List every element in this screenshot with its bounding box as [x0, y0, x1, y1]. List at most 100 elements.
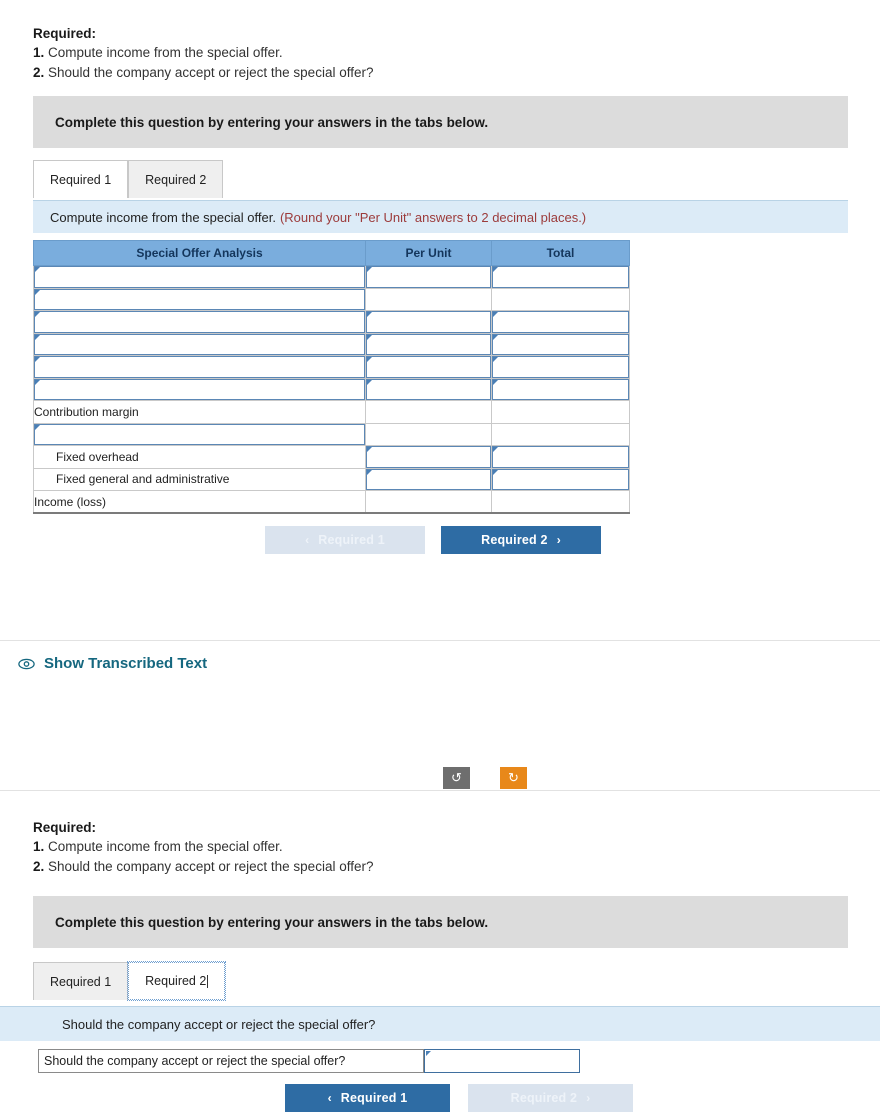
top-prev-button-label: Required 1 — [318, 533, 385, 547]
input-box — [366, 311, 491, 333]
per-unit-input-cell[interactable] — [365, 377, 492, 401]
row-label-input[interactable] — [33, 310, 366, 334]
column-header-per-unit: Per Unit — [365, 240, 492, 266]
bottom-required-item-2-text: Should the company accept or reject the … — [48, 859, 374, 874]
bottom-tab-strip: Required 1 Required 2 — [33, 961, 227, 1001]
bottom-tab-required-2[interactable]: Required 2 — [127, 961, 227, 1001]
per-unit-cell — [365, 490, 492, 514]
dropdown-marker-icon — [367, 469, 372, 475]
input-box — [366, 266, 491, 288]
input-box — [34, 288, 365, 310]
dropdown-marker-icon — [35, 267, 40, 272]
required-item-1: 1. Compute income from the special offer… — [33, 43, 373, 63]
dropdown-marker-icon — [35, 289, 40, 295]
row-label: Fixed overhead — [33, 445, 366, 469]
dropdown-marker-icon — [35, 357, 40, 362]
total-cell — [491, 490, 630, 514]
input-box — [366, 446, 491, 468]
required-item-1-number: 1. — [33, 45, 45, 60]
input-box — [366, 333, 491, 355]
bottom-tab-required-2-label: Required 2 — [145, 974, 207, 988]
total-input-cell[interactable] — [491, 265, 630, 289]
row-label-input[interactable] — [33, 265, 366, 289]
input-box — [366, 356, 491, 378]
required-item-1-text: Compute income from the special offer. — [48, 45, 283, 60]
input-box — [34, 333, 365, 355]
dropdown-marker-icon — [493, 379, 498, 385]
dropdown-marker-icon — [493, 334, 498, 340]
eye-icon — [18, 658, 35, 670]
top-tab-strip: Required 1 Required 2 — [33, 160, 224, 198]
total-input-cell[interactable] — [491, 377, 630, 401]
bottom-tab-required-1[interactable]: Required 1 — [33, 962, 129, 1000]
per-unit-cell — [365, 422, 492, 446]
bottom-question-text: Should the company accept or reject the … — [62, 1016, 376, 1032]
bottom-chevron-left-icon: ‹ — [327, 1091, 332, 1105]
undo-button[interactable]: ↺ — [443, 767, 470, 789]
bottom-required-block: Required: 1. Compute income from the spe… — [33, 818, 373, 877]
per-unit-input-cell[interactable] — [365, 310, 492, 334]
dropdown-marker-icon — [367, 334, 372, 340]
per-unit-input-cell[interactable] — [365, 445, 492, 469]
tab-required-1[interactable]: Required 1 — [33, 160, 129, 198]
dropdown-marker-icon — [35, 334, 40, 340]
redo-button[interactable]: ↻ — [500, 767, 527, 789]
table-row — [33, 287, 630, 311]
dropdown-marker-icon — [493, 469, 498, 475]
per-unit-input-cell[interactable] — [365, 467, 492, 491]
total-input-cell[interactable] — [491, 445, 630, 469]
bottom-answer-row: Should the company accept or reject the … — [38, 1049, 580, 1073]
total-input-cell[interactable] — [491, 467, 630, 491]
row-label-input[interactable] — [33, 355, 366, 379]
input-box — [492, 446, 629, 468]
per-unit-input-cell[interactable] — [365, 332, 492, 356]
required-heading: Required: — [33, 26, 97, 41]
top-prev-required-1-button[interactable]: ‹ Required 1 — [265, 526, 425, 554]
bottom-next-button-label: Required 2 — [510, 1091, 578, 1105]
row-label-input[interactable] — [33, 332, 366, 356]
total-input-cell[interactable] — [491, 310, 630, 334]
bottom-instruction-banner: Complete this question by entering your … — [33, 896, 848, 948]
bottom-required-item-1-number: 1. — [33, 839, 45, 854]
dropdown-marker-icon — [35, 424, 40, 430]
answer-dropdown-input[interactable] — [424, 1049, 580, 1073]
dropdown-marker-icon — [35, 379, 40, 385]
table-row — [33, 355, 630, 379]
input-box — [492, 333, 629, 355]
per-unit-input-cell[interactable] — [365, 355, 492, 379]
text-cursor — [207, 974, 209, 988]
dropdown-marker-icon — [493, 447, 498, 452]
bottom-prev-button-label: Required 1 — [340, 1091, 408, 1105]
page-root: Required: 1. Compute income from the spe… — [0, 0, 880, 1117]
dropdown-marker-icon — [493, 357, 498, 362]
table-row — [33, 377, 630, 401]
input-box — [34, 378, 365, 400]
bottom-next-required-2-button[interactable]: Required 2 › — [468, 1084, 633, 1112]
required-item-2-text: Should the company accept or reject the … — [48, 65, 374, 80]
chevron-right-icon: › — [556, 533, 561, 547]
answer-question-label: Should the company accept or reject the … — [38, 1049, 424, 1073]
per-unit-input-cell[interactable] — [365, 265, 492, 289]
top-next-required-2-button[interactable]: Required 2 › — [441, 526, 601, 554]
dropdown-marker-icon — [367, 379, 372, 385]
top-question-text: Compute income from the special offer. — [50, 209, 276, 225]
bottom-required-item-2: 2. Should the company accept or reject t… — [33, 857, 373, 877]
total-input-cell[interactable] — [491, 332, 630, 356]
row-label-input[interactable] — [33, 422, 366, 446]
dropdown-marker-icon — [35, 312, 40, 317]
input-box — [366, 468, 491, 490]
required-item-2: 2. Should the company accept or reject t… — [33, 63, 373, 83]
row-label-input[interactable] — [33, 377, 366, 401]
rotate-cw-icon: ↻ — [508, 770, 519, 785]
dropdown-marker-icon — [493, 267, 498, 272]
total-input-cell[interactable] — [491, 355, 630, 379]
bottom-prev-required-1-button[interactable]: ‹ Required 1 — [285, 1084, 450, 1112]
row-label-input[interactable] — [33, 287, 366, 311]
input-box — [492, 266, 629, 288]
special-offer-analysis-table: Special Offer Analysis Per Unit Total Co… — [33, 240, 630, 514]
dropdown-marker-icon — [426, 1051, 431, 1056]
tab-required-2[interactable]: Required 2 — [128, 160, 224, 198]
column-header-total: Total — [491, 240, 630, 266]
show-transcribed-text-button[interactable]: Show Transcribed Text — [18, 655, 207, 672]
row-label: Income (loss) — [33, 490, 366, 514]
